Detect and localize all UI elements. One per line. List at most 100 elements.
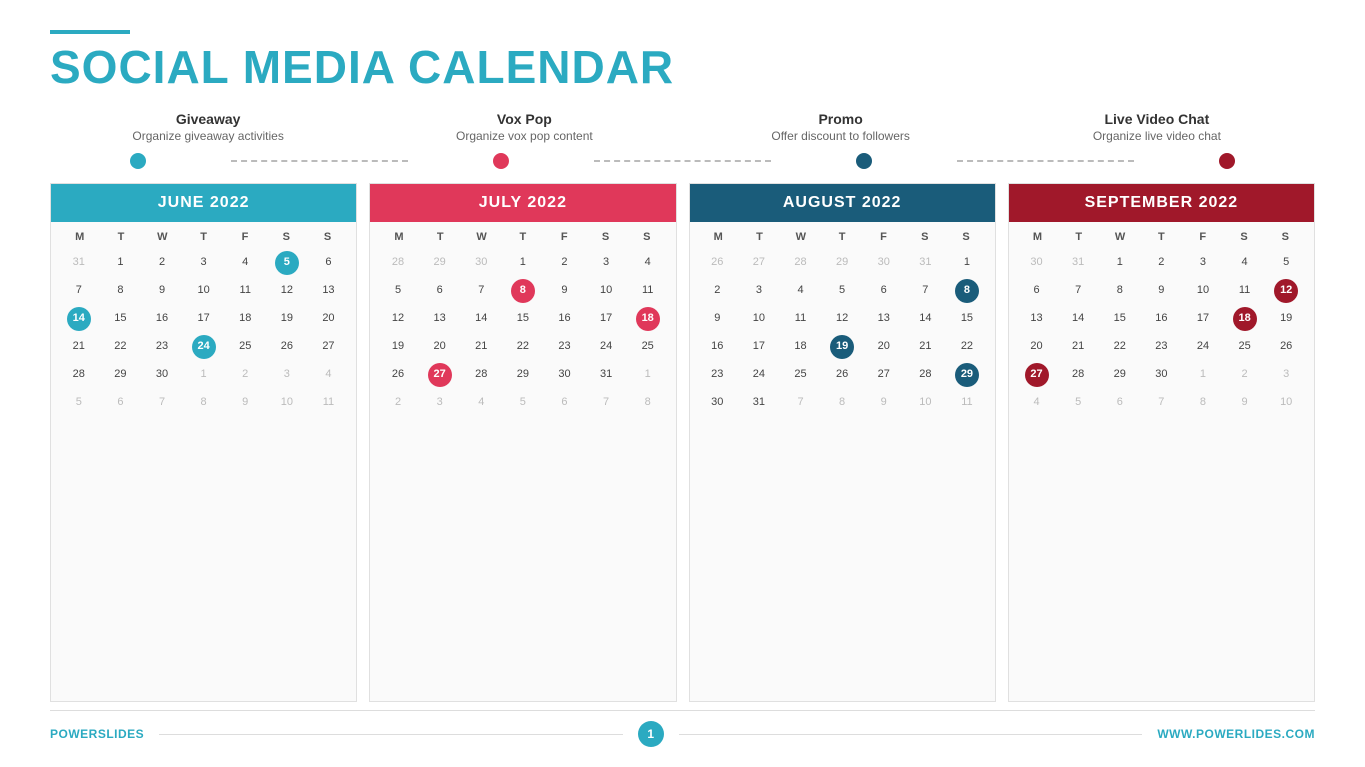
day-cell: 16 — [556, 307, 572, 329]
day-cell-wrapper: 4 — [225, 250, 265, 276]
day-cell: 1 — [962, 251, 972, 273]
day-cell-wrapper: 19 — [378, 334, 418, 360]
day-header-cell: S — [1265, 228, 1306, 246]
day-cell: 2 — [393, 391, 403, 413]
day-cell: 9 — [879, 391, 889, 413]
day-header-cell: T — [183, 228, 224, 246]
day-header-cell: W — [780, 228, 821, 246]
day-cell: 12 — [279, 279, 295, 301]
category-name-promo: Promo — [683, 111, 999, 127]
day-header-cell: S — [904, 228, 945, 246]
day-cell: 14 — [67, 307, 91, 331]
day-cell: 9 — [712, 307, 722, 329]
day-cell: 21 — [1070, 335, 1086, 357]
day-cell: 1 — [643, 363, 653, 385]
day-cell-wrapper: 19 — [822, 334, 862, 360]
day-cell-wrapper: 9 — [142, 278, 182, 304]
day-cell: 31 — [71, 251, 87, 273]
day-cell: 24 — [192, 335, 216, 359]
day-cell: 20 — [876, 335, 892, 357]
day-cell-wrapper: 8 — [947, 278, 987, 304]
day-cell-wrapper: 30 — [461, 250, 501, 276]
day-header-cell: S — [626, 228, 667, 246]
day-cell-wrapper: 26 — [698, 250, 738, 276]
day-cell-wrapper: 18 — [225, 306, 265, 332]
day-cell: 12 — [834, 307, 850, 329]
day-header-cell: F — [544, 228, 585, 246]
day-cell-wrapper: 4 — [461, 390, 501, 416]
day-cell-wrapper: 2 — [225, 362, 265, 388]
calendar-grid-2: MTWTFSS262728293031123456789101112131415… — [690, 222, 995, 701]
day-cell-wrapper: 28 — [1058, 362, 1098, 388]
day-cell-wrapper: 29 — [420, 250, 460, 276]
day-cell: 11 — [793, 307, 808, 329]
day-cell-wrapper: 13 — [309, 278, 349, 304]
day-cell-wrapper: 14 — [1058, 306, 1098, 332]
day-cell: 19 — [830, 335, 854, 359]
day-cell-wrapper: 21 — [906, 334, 946, 360]
brand-part1: POWER — [50, 727, 98, 741]
day-cell-wrapper: 21 — [59, 334, 99, 360]
footer-line-left — [159, 734, 623, 735]
day-header-cell: T — [502, 228, 543, 246]
day-cell: 29 — [112, 363, 128, 385]
day-cell-wrapper: 31 — [59, 250, 99, 276]
timeline-line-3 — [957, 160, 1133, 162]
day-cell-wrapper: 7 — [461, 278, 501, 304]
day-cell-wrapper: 12 — [1266, 278, 1306, 304]
day-cell-wrapper: 22 — [947, 334, 987, 360]
day-cell-wrapper: 29 — [947, 362, 987, 388]
day-cell-wrapper: 30 — [142, 362, 182, 388]
day-cell-wrapper: 16 — [142, 306, 182, 332]
timeline-line-2 — [594, 160, 770, 162]
day-cell-wrapper: 5 — [378, 278, 418, 304]
day-cell: 3 — [601, 251, 611, 273]
day-cell-wrapper: 5 — [822, 278, 862, 304]
day-cell-wrapper: 1 — [101, 250, 141, 276]
day-cell-wrapper: 6 — [309, 250, 349, 276]
calendar-grid-1: MTWTFSS282930123456789101112131415161718… — [370, 222, 675, 701]
day-cell-wrapper: 11 — [225, 278, 265, 304]
category-voxpop: Vox Pop Organize vox pop content — [366, 111, 682, 143]
day-cell-wrapper: 3 — [586, 250, 626, 276]
calendar-header-3: SEPTEMBER 2022 — [1009, 184, 1314, 222]
day-cell: 31 — [751, 391, 767, 413]
day-cell-wrapper: 11 — [628, 278, 668, 304]
timeline-row — [50, 153, 1315, 169]
day-cell: 24 — [598, 335, 614, 357]
day-cell-wrapper: 10 — [184, 278, 224, 304]
day-header-cell: W — [142, 228, 183, 246]
calendar-grid-3: MTWTFSS303112345678910111213141516171819… — [1009, 222, 1314, 701]
day-cell-wrapper: 20 — [420, 334, 460, 360]
day-cell: 15 — [959, 307, 975, 329]
footer-line-right — [679, 734, 1143, 735]
day-cell-wrapper: 19 — [267, 306, 307, 332]
day-cell: 23 — [154, 335, 170, 357]
day-cell-wrapper: 31 — [586, 362, 626, 388]
day-cell: 9 — [1240, 391, 1250, 413]
category-name-giveaway: Giveaway — [50, 111, 366, 127]
day-cell-wrapper: 23 — [1142, 334, 1182, 360]
day-cell: 15 — [515, 307, 531, 329]
timeline-dot-livechat — [1219, 153, 1235, 169]
header: SOCIAL MEDIA CALENDAR — [50, 30, 1315, 93]
day-cell: 19 — [390, 335, 406, 357]
day-cell-wrapper: 5 — [59, 390, 99, 416]
category-name-livechat: Live Video Chat — [999, 111, 1315, 127]
day-cell-wrapper: 21 — [461, 334, 501, 360]
day-cell: 12 — [1274, 279, 1298, 303]
day-cell: 3 — [435, 391, 445, 413]
day-cell: 4 — [323, 363, 333, 385]
day-cell: 2 — [1240, 363, 1250, 385]
day-cell-wrapper: 9 — [698, 306, 738, 332]
day-cell-wrapper: 1 — [503, 250, 543, 276]
day-cell: 3 — [199, 251, 209, 273]
day-cell: 10 — [195, 279, 211, 301]
day-header-cell: T — [420, 228, 461, 246]
day-cell-wrapper: 23 — [698, 362, 738, 388]
day-cell-wrapper: 18 — [781, 334, 821, 360]
day-cell: 6 — [1115, 391, 1125, 413]
day-cell: 18 — [636, 307, 660, 331]
day-cell: 13 — [876, 307, 892, 329]
day-cell-wrapper: 22 — [1100, 334, 1140, 360]
